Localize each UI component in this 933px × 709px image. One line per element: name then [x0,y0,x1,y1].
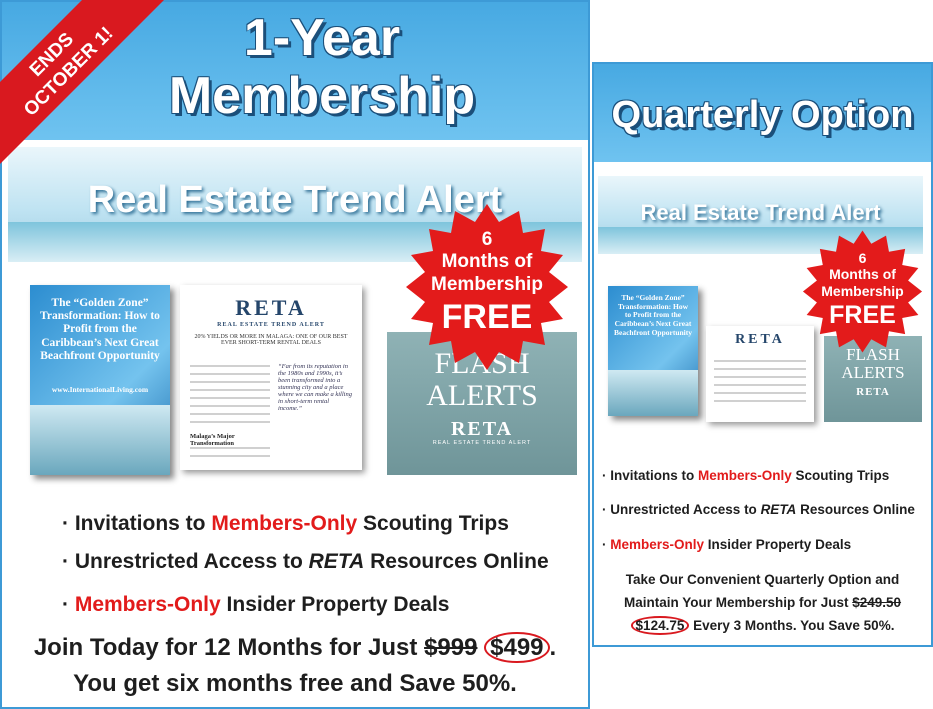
quarterly-seal-number: 6 [858,250,867,266]
quarterly-seal-line2: Months of [829,266,896,282]
annual-price-line: Join Today for 12 Months for Just $999 $… [33,632,557,663]
annual-bullet-2: · Unrestricted Access to RETA Resources … [62,550,549,573]
annual-new-price: $499 [484,632,550,663]
newsletter-headline: 20% YIELDS OR MORE IN MALAGA: ONE OF OUR… [194,334,348,346]
book-url: www.InternationalLiving.com [51,385,149,394]
quarterly-flash-brand: RETA [856,385,890,398]
free-months-seal: 6 Months of Membership FREE [402,202,572,372]
quarterly-offer-line3: $124.75 Every 3 Months. You Save 50%. [594,616,931,635]
quarterly-book-title: The “Golden Zone” Transformation: How to… [614,293,692,337]
annual-bullet-1: · Invitations to Members-Only Scouting T… [62,512,509,535]
quarterly-offer-line1: Take Our Convenient Quarterly Option and [625,572,900,587]
quarterly-seal-line3: Membership [821,283,904,299]
annual-savings-line: You get six months free and Save 50%. [73,670,517,697]
annual-title-line2: Membership [168,67,476,125]
golden-zone-book: The “Golden Zone” Transformation: How to… [30,285,170,475]
annual-title: 1-Year Membership [132,12,512,122]
seal-free: FREE [441,298,533,336]
quarterly-bullet-1: · Invitations to Members-Only Scouting T… [602,468,890,483]
seal-line3: Membership [431,274,543,295]
flash-subtitle: REAL ESTATE TREND ALERT [432,440,532,446]
newsletter-name: RETA [235,295,307,320]
quarterly-book: The “Golden Zone” Transformation: How to… [608,286,698,416]
seal-line2: Months of [441,251,533,272]
quarterly-offer-line2: Maintain Your Membership for Just $249.5… [623,595,902,610]
annual-title-line1: 1-Year [243,9,401,67]
flash-line2: ALERTS [426,378,538,412]
annual-offer-panel: 1-Year Membership Real Estate Trend Aler… [0,0,590,709]
newsletter-subtitle: REAL ESTATE TREND ALERT [217,322,325,328]
quarterly-flash-line2: ALERTS [841,362,905,382]
flash-brand: RETA [450,418,514,440]
newsletter-subhead: Malaga’s Major Transformation [190,433,235,447]
quarterly-bullet-3: · Members-Only Insider Property Deals [602,537,852,552]
reta-newsletter: RETA REAL ESTATE TREND ALERT 20% YIELDS … [180,285,362,470]
annual-old-price: $999 [424,634,478,661]
quarterly-seal: 6 Months of Membership FREE [800,229,925,354]
seal-number: 6 [481,229,493,250]
quarterly-offer-panel: Quarterly Option Real Estate Trend Alert… [592,62,933,647]
quarterly-old-price: $249.50 [852,595,902,610]
annual-bullet-3: · Members-Only Insider Property Deals [62,593,450,616]
book-title: The “Golden Zone” Transformation: How to… [40,297,160,362]
quarterly-new-price: $124.75 [630,616,690,635]
quarterly-title: Quarterly Option [611,94,914,136]
quarterly-banner-text: Real Estate Trend Alert [640,200,881,225]
quarterly-bullet-2: · Unrestricted Access to RETA Resources … [602,502,915,517]
quarterly-newsletter: RETA [706,326,814,422]
quarterly-newsletter-name: RETA [735,332,785,347]
quarterly-seal-free: FREE [829,301,896,329]
newsletter-pullquote: “Far from its reputation in the 1980s an… [278,363,352,412]
